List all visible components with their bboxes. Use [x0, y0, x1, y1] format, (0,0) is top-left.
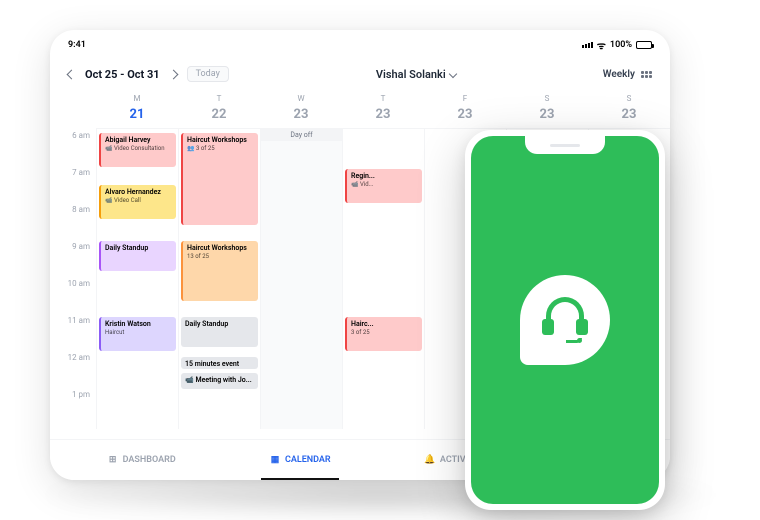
- battery-percent: 100%: [610, 40, 632, 50]
- view-mode-selector[interactable]: Weekly: [603, 69, 652, 80]
- event-kristin[interactable]: Kristin WatsonHaircut: [99, 317, 176, 351]
- chevron-right-icon[interactable]: [168, 69, 178, 79]
- chevron-down-icon: [448, 70, 456, 78]
- event-15min[interactable]: 15 minutes event: [181, 357, 258, 369]
- day-column-sun[interactable]: S23: [588, 88, 670, 128]
- event-regin[interactable]: Regin...📹 Vid...: [345, 169, 422, 203]
- user-selector[interactable]: Vishal Solanki: [376, 68, 456, 81]
- time-column: 6 am 7 am 8 am 9 am 10 am 11 am 12 am 1 …: [50, 129, 96, 429]
- event-haircut2[interactable]: Haircut Workshops13 of 25: [181, 241, 258, 301]
- signal-icon: [582, 42, 593, 48]
- day-column-fri[interactable]: F23: [424, 88, 506, 128]
- day-column-wed[interactable]: W23: [260, 88, 342, 128]
- event-daily2[interactable]: Daily Standup: [181, 317, 258, 347]
- phone-screen: [471, 136, 659, 504]
- event-daily1[interactable]: Daily Standup: [99, 241, 176, 271]
- user-name: Vishal Solanki: [376, 68, 446, 81]
- event-haircut3[interactable]: Hairc...3 of 25: [345, 317, 422, 351]
- nav-calendar[interactable]: ▦ CALENDAR: [261, 450, 339, 470]
- grid-col-mon[interactable]: Abigail Harvey📹 Video Consultation Alvar…: [96, 129, 178, 429]
- day-column-sat[interactable]: S23: [506, 88, 588, 128]
- chevron-left-icon[interactable]: [67, 69, 77, 79]
- status-bar: 9:41 ᯤ 100%: [50, 30, 670, 60]
- phone-device: [465, 130, 665, 510]
- today-button[interactable]: Today: [187, 66, 229, 82]
- status-time: 9:41: [68, 40, 86, 50]
- dashboard-icon: ⊞: [107, 454, 119, 466]
- nav-dashboard[interactable]: ⊞ DASHBOARD: [99, 450, 184, 470]
- wifi-icon: ᯤ: [597, 38, 606, 52]
- day-column-thu[interactable]: T23: [342, 88, 424, 128]
- days-header: M21 T22 W23 T23 F23 S23 S23: [96, 88, 670, 129]
- app-logo: [520, 275, 610, 365]
- event-haircut1[interactable]: Haircut Workshops👥 3 of 25: [181, 133, 258, 225]
- day-off-label: Day off: [261, 129, 342, 141]
- view-mode-label: Weekly: [603, 69, 635, 80]
- event-meeting[interactable]: 📹 Meeting with Jo...: [181, 373, 258, 389]
- date-range[interactable]: Oct 25 - Oct 31: [85, 68, 160, 81]
- grid-col-tue[interactable]: Haircut Workshops👥 3 of 25 Haircut Works…: [178, 129, 260, 429]
- calendar-icon: ▦: [269, 454, 281, 466]
- headset-icon: [540, 295, 590, 345]
- bell-icon: 🔔: [424, 454, 436, 466]
- calendar-header: Oct 25 - Oct 31 Today Vishal Solanki Wee…: [50, 60, 670, 88]
- battery-icon: [636, 41, 652, 49]
- day-column-mon[interactable]: M21: [96, 88, 178, 128]
- grid-icon: [641, 71, 652, 78]
- day-column-tue[interactable]: T22: [178, 88, 260, 128]
- phone-notch: [525, 136, 605, 154]
- event-abigail[interactable]: Abigail Harvey📹 Video Consultation: [99, 133, 176, 167]
- event-alvaro[interactable]: Alvaro Hernandez📹 Video Call: [99, 185, 176, 219]
- grid-col-thu[interactable]: Regin...📹 Vid... Hairc...3 of 25: [342, 129, 424, 429]
- grid-col-wed[interactable]: Day off: [260, 129, 342, 429]
